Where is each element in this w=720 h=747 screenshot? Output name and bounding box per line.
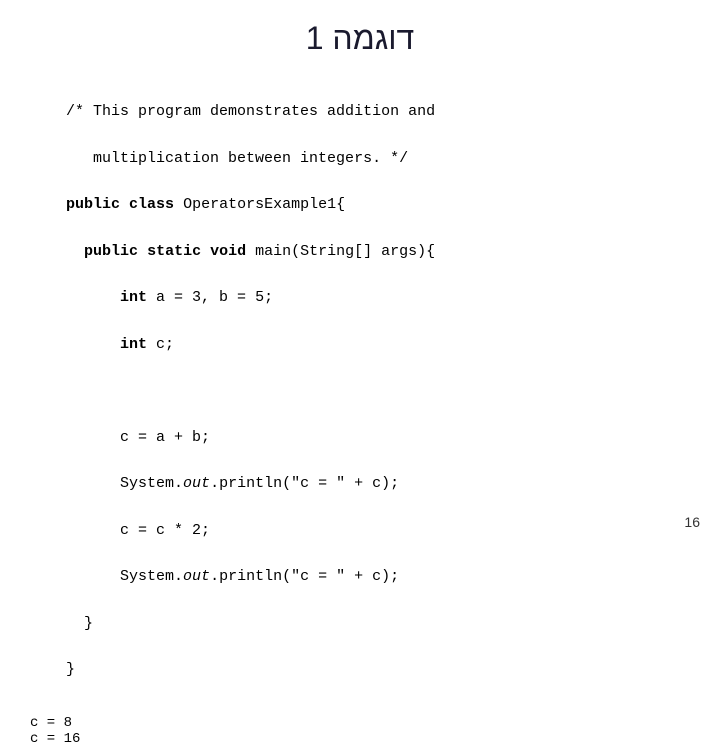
keyword-int-2: int [120, 336, 147, 353]
page-number: 16 [684, 514, 700, 530]
method-sig: main(String[] args){ [246, 243, 435, 260]
slide-title: דוגמה 1 [30, 20, 690, 57]
keyword-class: class [129, 196, 174, 213]
close-method: } [66, 615, 93, 632]
keyword-public-2: public [84, 243, 138, 260]
system2-post: .println("c = " + c); [210, 568, 399, 585]
comment-line2: multiplication between integers. */ [66, 150, 408, 167]
system1-post: .println("c = " + c); [210, 475, 399, 492]
keyword-static: static [147, 243, 201, 260]
class-name: OperatorsExample1{ [174, 196, 345, 213]
keyword-public-1: public [66, 196, 120, 213]
keyword-void: void [210, 243, 246, 260]
system2-pre: System. [120, 568, 183, 585]
space3 [201, 243, 210, 260]
system2-out: out [183, 568, 210, 585]
system1-pre: System. [120, 475, 183, 492]
indent2 [66, 289, 120, 306]
output-line2: c = 16 [30, 731, 80, 747]
indent5 [66, 475, 120, 492]
space1 [120, 196, 129, 213]
slide-container: דוגמה 1 /* This program demonstrates add… [0, 0, 720, 540]
space2 [138, 243, 147, 260]
close-class: } [66, 661, 75, 678]
var-a-val: a = 3, b = 5; [147, 289, 273, 306]
indent4 [66, 429, 120, 446]
indent1 [66, 243, 84, 260]
keyword-int-1: int [120, 289, 147, 306]
comment-line1: /* This program demonstrates addition an… [66, 103, 435, 120]
indent3 [66, 336, 120, 353]
indent6 [66, 522, 120, 539]
code-block: /* This program demonstrates addition an… [30, 77, 690, 705]
var-c-val: c; [147, 336, 174, 353]
assign-c: c = a + b; [120, 429, 210, 446]
system1-out: out [183, 475, 210, 492]
output-line1: c = 8 [30, 715, 72, 731]
multiply-line: c = c * 2; [120, 522, 210, 539]
output-block: c = 8 c = 16 [30, 715, 690, 747]
indent7 [66, 568, 120, 585]
